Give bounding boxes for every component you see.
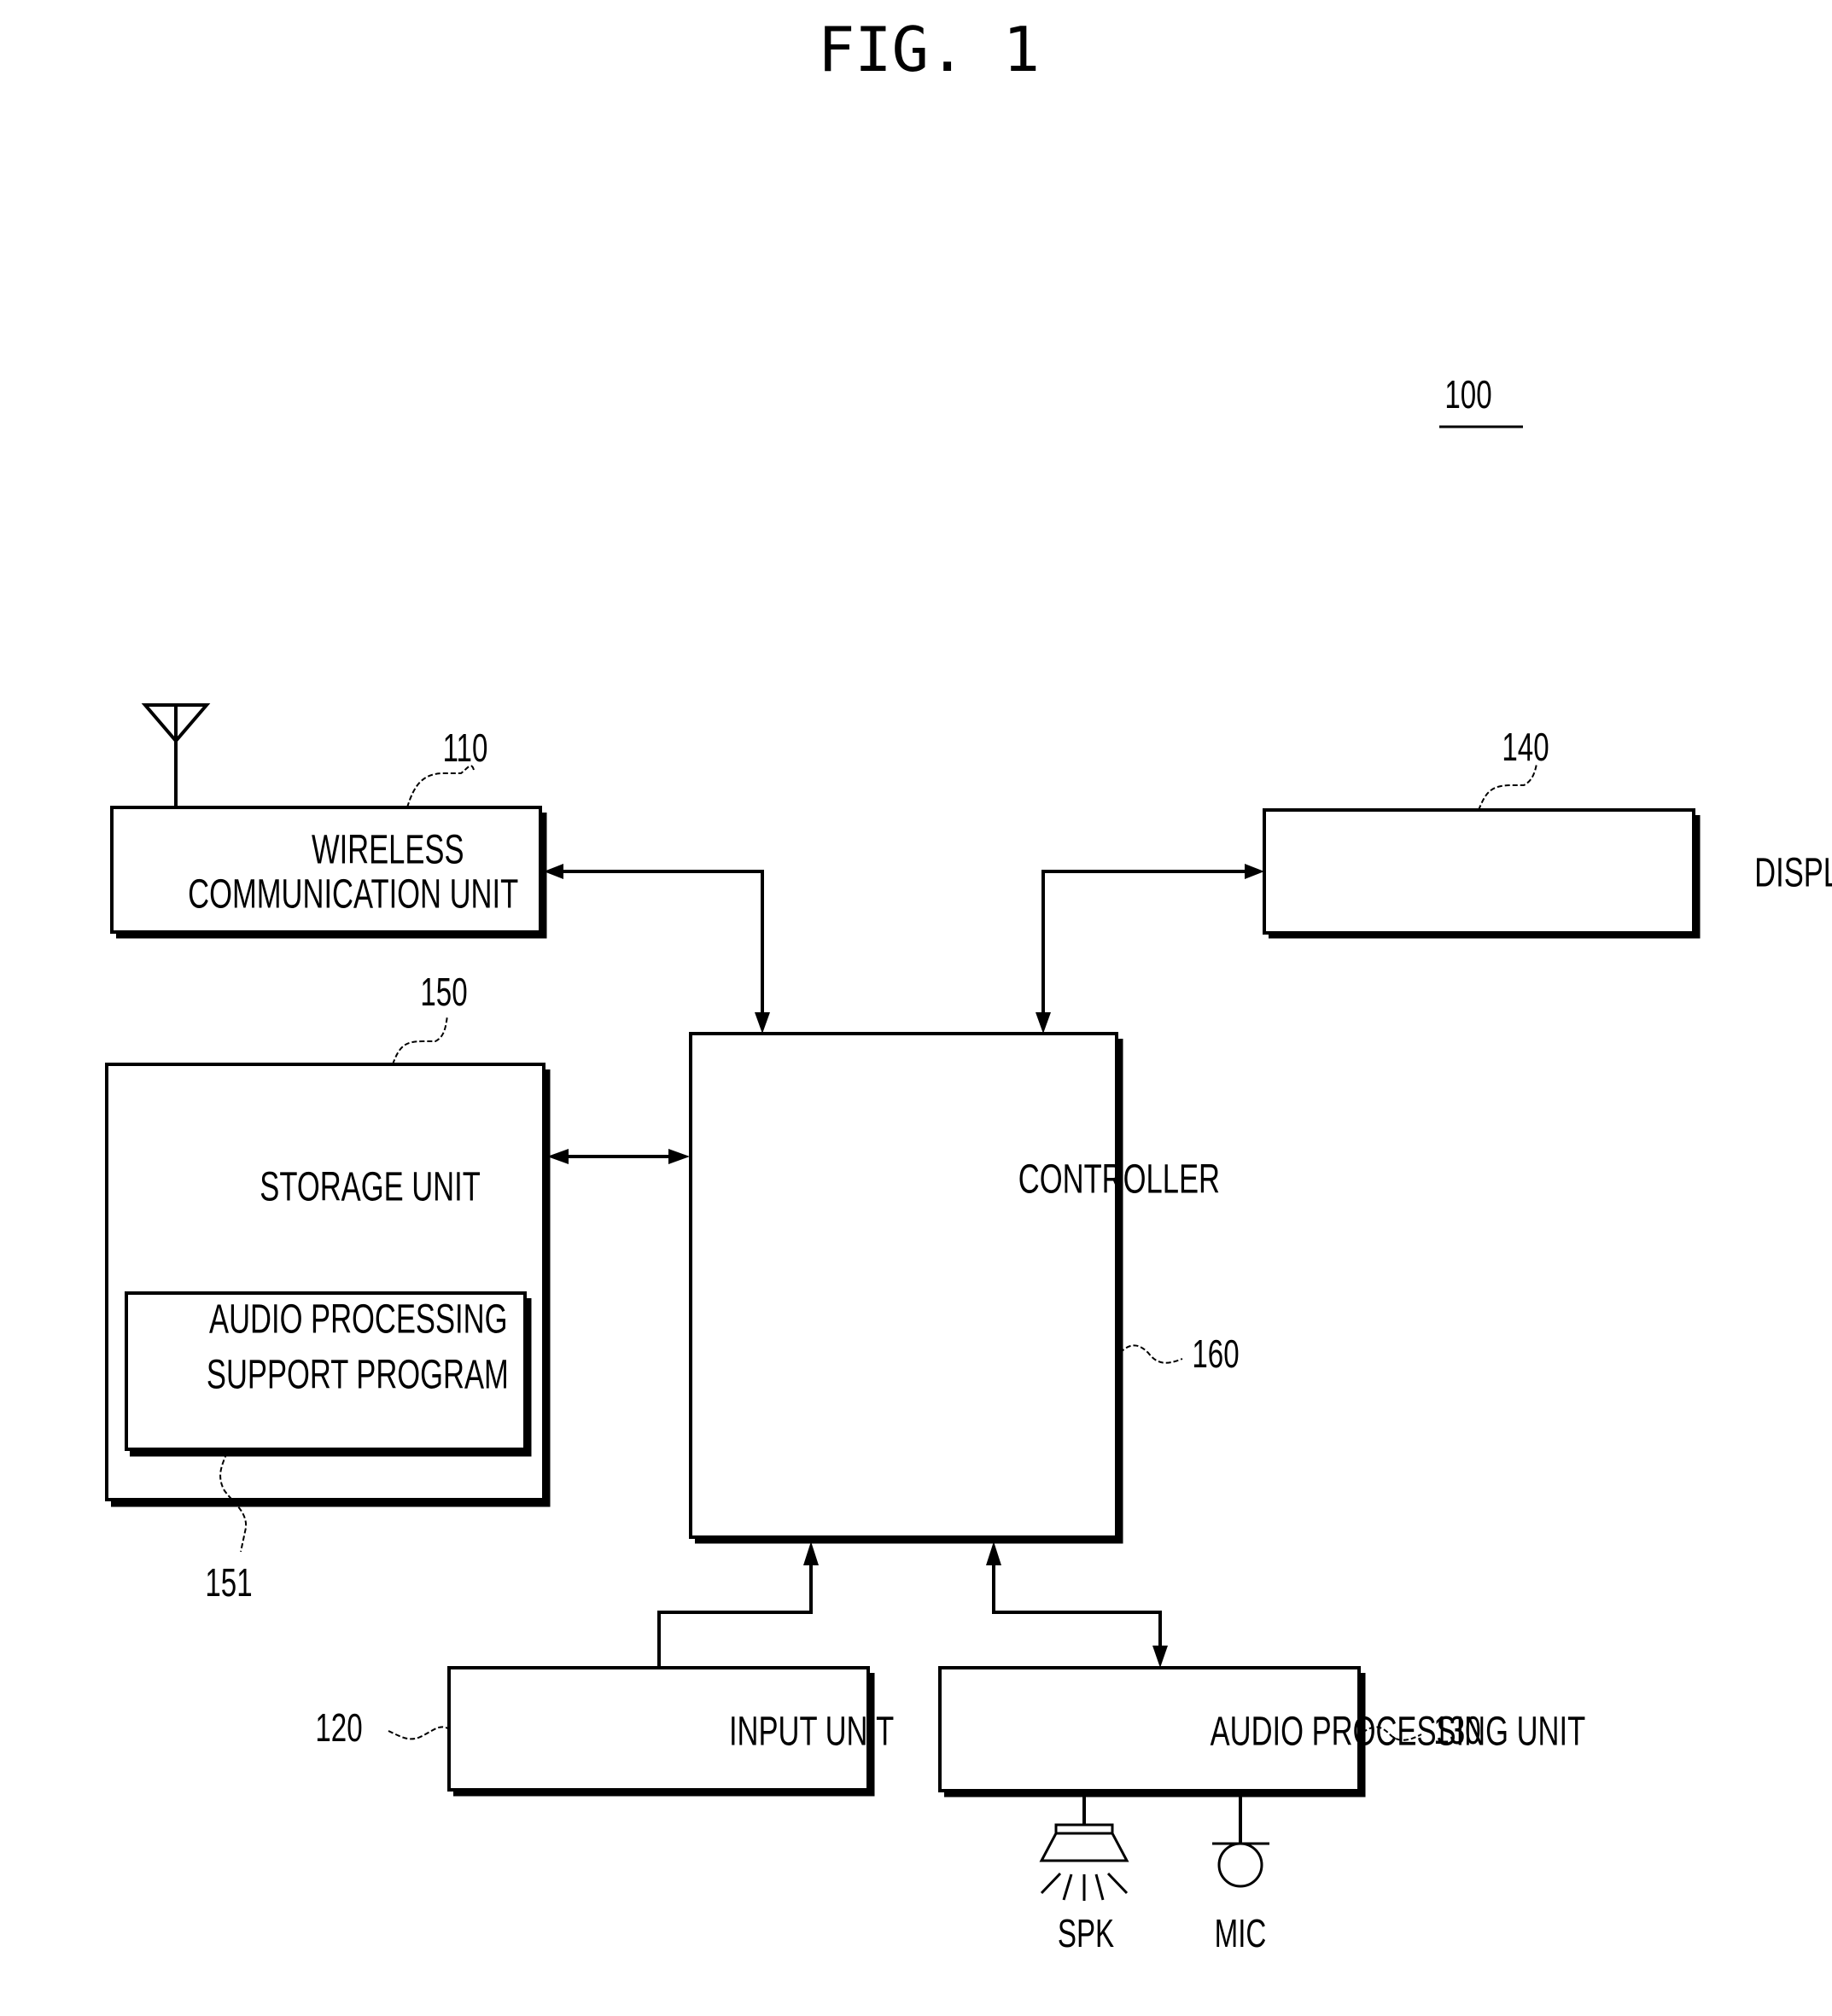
audio-ref-label: 130: [1433, 1710, 1480, 1752]
speaker-icon: [1039, 1793, 1129, 1901]
input-ref-label: 120: [315, 1707, 362, 1750]
program-label-line-1: AUDIO PROCESSING: [209, 1296, 507, 1342]
display-ref-label: 140: [1502, 726, 1549, 769]
wireless-ref-leader: [406, 765, 475, 808]
audio-processing-unit-block: AUDIO PROCESSING UNIT: [938, 1666, 1586, 1798]
input-ref-leader: [388, 1726, 450, 1740]
display-unit-block: DISPLAY UNIT: [1263, 808, 1832, 939]
block-diagram: FIG. 1 100 WIRELESS COMMUNICATION UNIT 1…: [105, 14, 1832, 1955]
connector-display-controller: [1036, 864, 1264, 1034]
wireless-label-line-1: WIRELESS: [312, 826, 464, 872]
input-unit-block: INPUT UNIT: [447, 1666, 894, 1797]
controller-label: CONTROLLER: [1018, 1156, 1220, 1202]
device-ref-label: 100: [1444, 374, 1491, 417]
connector-input-controller: [657, 1541, 819, 1668]
connector-audio-controller: [986, 1541, 1168, 1668]
connector-storage-controller: [547, 1149, 690, 1164]
display-label: DISPLAY UNIT: [1754, 849, 1832, 895]
wireless-ref-label: 110: [443, 727, 488, 770]
audio-processing-label: AUDIO PROCESSING UNIT: [1211, 1708, 1586, 1754]
controller-ref-label: 160: [1192, 1333, 1239, 1376]
controller-ref-leader: [1119, 1344, 1183, 1364]
storage-unit-block: STORAGE UNIT AUDIO PROCESSING SUPPORT PR…: [105, 1063, 551, 1507]
storage-ref-label: 150: [420, 971, 467, 1014]
storage-label: STORAGE UNIT: [260, 1163, 481, 1209]
wireless-communication-unit-block: WIRELESS COMMUNICATION UNIT: [110, 806, 547, 939]
storage-ref-leader: [392, 1015, 448, 1065]
display-ref-leader: [1478, 763, 1537, 811]
controller-block: CONTROLLER: [689, 1032, 1220, 1544]
wireless-label-line-2: COMMUNICATION UNIT: [188, 871, 518, 917]
microphone-label: MIC: [1215, 1913, 1267, 1955]
speaker-label: SPK: [1058, 1913, 1114, 1955]
program-ref-label: 151: [205, 1562, 252, 1605]
antenna-icon: [141, 703, 211, 807]
program-label-line-2: SUPPORT PROGRAM: [207, 1351, 509, 1397]
audio-processing-support-program-block: AUDIO PROCESSING SUPPORT PROGRAM: [125, 1291, 532, 1457]
microphone-icon: [1212, 1793, 1269, 1888]
input-label: INPUT UNIT: [729, 1708, 894, 1754]
connector-wireless-controller: [544, 864, 770, 1034]
figure-title: FIG. 1: [818, 14, 1040, 85]
